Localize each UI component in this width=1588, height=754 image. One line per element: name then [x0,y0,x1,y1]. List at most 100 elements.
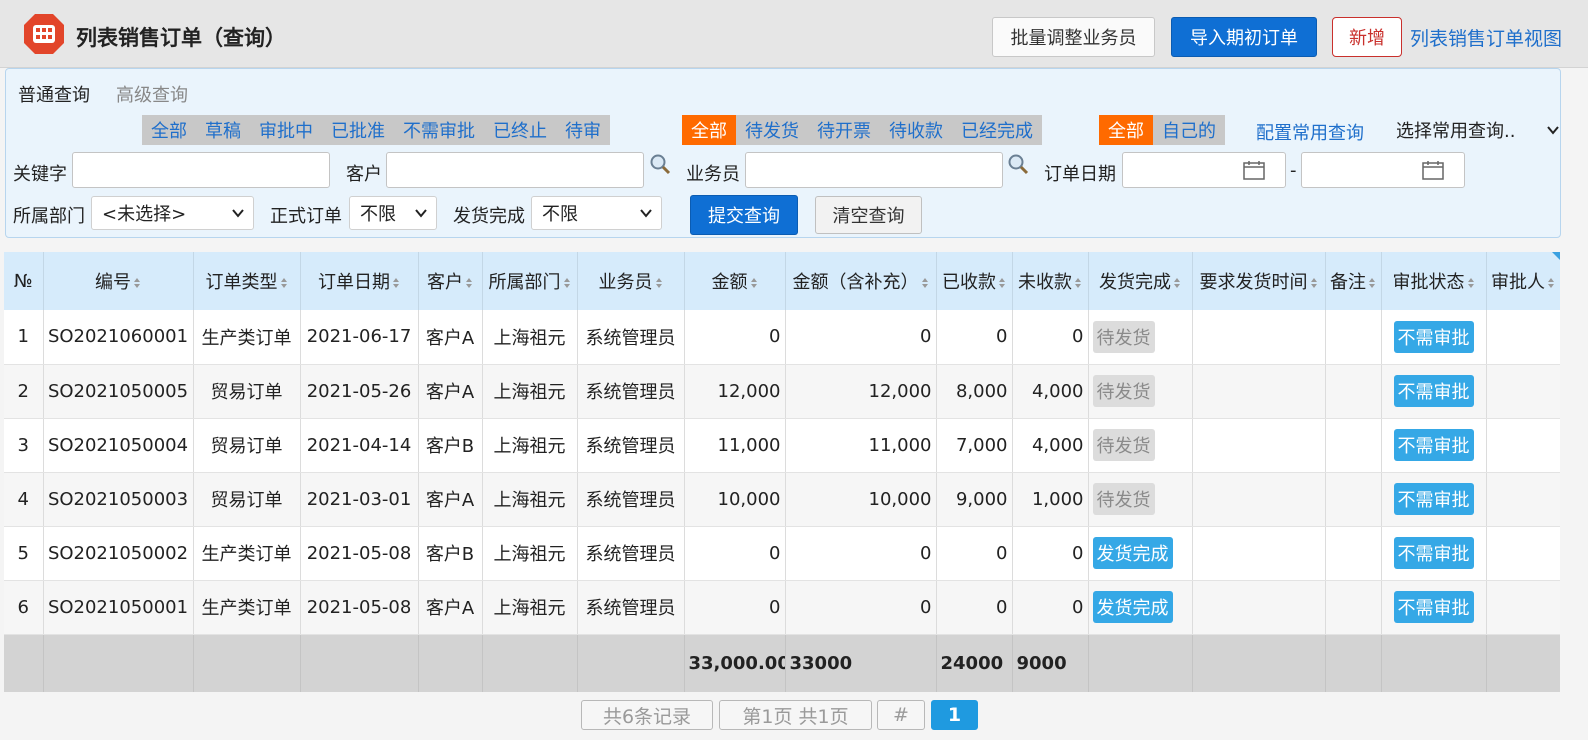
salesman-input[interactable] [745,152,1003,188]
cell-no: 3 [4,418,44,473]
new-order-button[interactable]: 新增 [1332,17,1402,57]
cell-approval: 不需审批 [1381,364,1487,419]
approval-filter-all[interactable]: 全部 [142,115,196,145]
col-header-code[interactable]: 编号 [43,252,194,310]
import-initial-orders-button[interactable]: 导入期初订单 [1171,17,1317,57]
query-panel: 普通查询 高级查询 全部 草稿 审批中 已批准 不需审批 已终止 待审 全部 待… [5,68,1561,238]
order-date-end-input[interactable] [1301,152,1465,188]
cell-dept: 上海祖元 [482,526,578,581]
table-row[interactable]: 2 SO2021050005 贸易订单 2021-05-26 客户A 上海祖元 … [4,364,1560,419]
owner-filter-mine[interactable]: 自己的 [1153,115,1225,145]
pager-page-info: 第1页 共1页 [719,700,872,730]
total-cell-empty [1088,634,1193,692]
status-filter-to-ship[interactable]: 待发货 [736,115,808,145]
tab-advanced-query[interactable]: 高级查询 [116,81,188,107]
status-filter-to-invoice[interactable]: 待开票 [808,115,880,145]
cell-amount: 10,000 [684,472,786,527]
cell-code[interactable]: SO2021060001 [43,310,194,365]
owner-filter-all[interactable]: 全部 [1099,115,1153,145]
shipped-select[interactable]: 不限 [531,196,662,230]
total-cell-empty [1486,634,1560,692]
cell-no: 1 [4,310,44,365]
table-row[interactable]: 4 SO2021050003 贸易订单 2021-03-01 客户A 上海祖元 … [4,472,1560,527]
status-filter-all[interactable]: 全部 [682,115,736,145]
col-header-amount-total[interactable]: 金额（含补充） [785,252,937,310]
configure-common-query-link[interactable]: 配置常用查询 [1256,119,1364,145]
sort-icon [1075,278,1081,288]
customer-search-icon[interactable] [648,152,672,176]
approval-filter-approved[interactable]: 已批准 [322,115,394,145]
approval-status-badge: 不需审批 [1393,320,1474,353]
table-row[interactable]: 6 SO2021050001 生产类订单 2021-05-08 客户A 上海祖元… [4,580,1560,635]
formal-order-label: 正式订单 [270,206,342,227]
cell-code[interactable]: SO2021050002 [43,526,194,581]
cell-salesman: 系统管理员 [577,580,685,635]
cell-received: 7,000 [936,418,1013,473]
status-filter-to-collect[interactable]: 待收款 [880,115,952,145]
col-header-dept[interactable]: 所属部门 [482,252,578,310]
sort-icon [750,278,757,288]
cell-remark [1325,580,1382,635]
col-header-salesman[interactable]: 业务员 [577,252,685,310]
col-header-shipped[interactable]: 发货完成 [1088,252,1193,310]
cell-code[interactable]: SO2021050003 [43,472,194,527]
dept-select[interactable]: <未选择> [91,196,254,230]
table-row[interactable]: 5 SO2021050002 生产类订单 2021-05-08 客户B 上海祖元… [4,526,1560,581]
cell-shipped: 发货完成 [1088,580,1193,635]
pager-current-page[interactable]: 1 [931,700,978,730]
order-list-view-link[interactable]: 列表销售订单视图 [1410,24,1562,51]
order-date-start-input[interactable] [1122,152,1286,188]
sort-icon [1310,278,1317,288]
cell-code[interactable]: SO2021050001 [43,580,194,635]
cell-type: 贸易订单 [193,472,301,527]
sort-icon [1369,278,1375,288]
approval-filter-terminated[interactable]: 已终止 [484,115,556,145]
cell-customer: 客户A [418,580,483,635]
approval-filter-pending[interactable]: 待审 [556,115,610,145]
total-cell-empty [43,634,194,692]
col-header-approver[interactable]: 审批人 [1486,252,1560,310]
cell-dept: 上海祖元 [482,580,578,635]
formal-order-select[interactable]: 不限 [349,196,437,230]
keyword-input[interactable] [72,152,330,188]
cell-shipped: 待发货 [1088,364,1193,419]
cell-code[interactable]: SO2021050004 [43,418,194,473]
cell-type: 生产类订单 [193,526,301,581]
approval-status-badge: 不需审批 [1393,483,1474,515]
approval-filter-in-approval[interactable]: 审批中 [250,115,322,145]
col-header-remark[interactable]: 备注 [1325,252,1382,310]
col-header-amount[interactable]: 金额 [684,252,786,310]
salesman-search-icon[interactable] [1006,152,1030,176]
col-header-received[interactable]: 已收款 [936,252,1013,310]
cell-date: 2021-05-26 [300,364,419,419]
total-received: 24000 [936,634,1013,692]
table-row[interactable]: 3 SO2021050004 贸易订单 2021-04-14 客户B 上海祖元 … [4,418,1560,473]
col-header-ship-time[interactable]: 要求发货时间 [1192,252,1326,310]
pager-jump-button[interactable]: # [877,700,925,730]
table-row[interactable]: 1 SO2021060001 生产类订单 2021-06-17 客户A 上海祖元… [4,310,1560,365]
col-header-unreceived[interactable]: 未收款 [1012,252,1089,310]
col-header-type[interactable]: 订单类型 [193,252,301,310]
tab-normal-query[interactable]: 普通查询 [18,81,90,107]
cell-dept: 上海祖元 [482,418,578,473]
cell-approver [1486,310,1560,365]
submit-query-button[interactable]: 提交查询 [690,195,798,235]
approval-filter-no-approval[interactable]: 不需审批 [394,115,484,145]
total-cell-empty [577,634,685,692]
cell-ship-time [1192,580,1326,635]
batch-adjust-salesman-button[interactable]: 批量调整业务员 [992,17,1155,57]
col-header-customer[interactable]: 客户 [418,252,483,310]
cell-code[interactable]: SO2021050005 [43,364,194,419]
ship-status-badge: 发货完成 [1092,591,1173,623]
approval-filter-draft[interactable]: 草稿 [196,115,250,145]
cell-amount-total: 12,000 [785,364,937,419]
col-header-approval[interactable]: 审批状态 [1381,252,1487,310]
col-header-date[interactable]: 订单日期 [300,252,419,310]
total-cell-empty [1325,634,1382,692]
common-query-select[interactable]: 选择常用查询.. [1394,115,1562,145]
cell-approver [1486,526,1560,581]
customer-input[interactable] [386,152,644,188]
status-filter-completed[interactable]: 已经完成 [952,115,1042,145]
clear-query-button[interactable]: 清空查询 [815,196,922,234]
table-totals-row: 33,000.00 33000 24000 9000 [4,634,1560,692]
